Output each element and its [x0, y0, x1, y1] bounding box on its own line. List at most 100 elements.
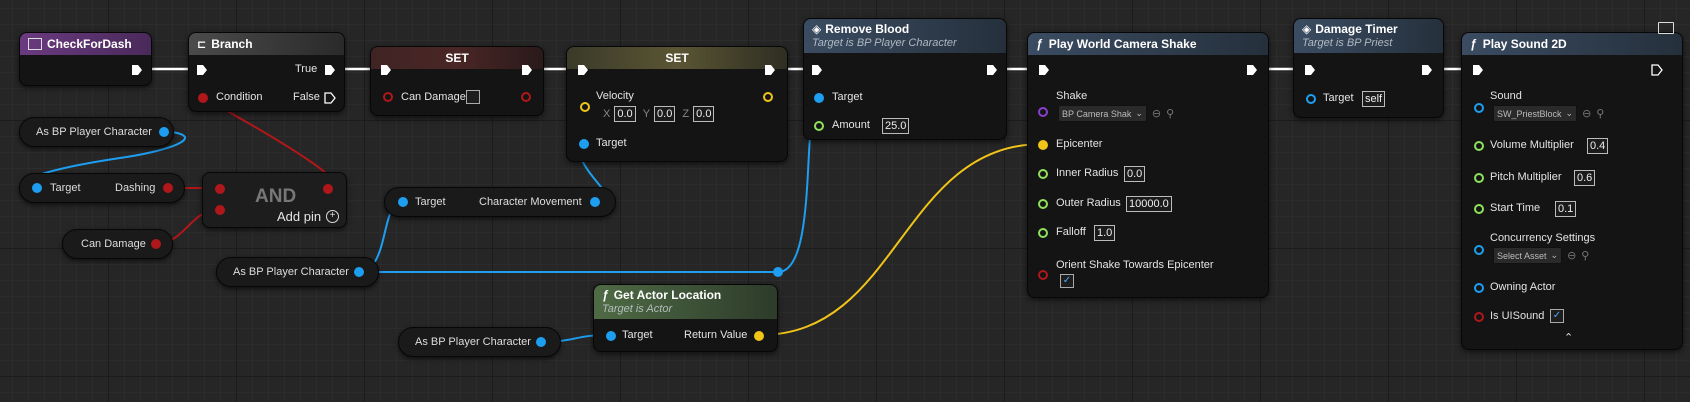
concurrency-asset-select[interactable]: Select Asset ⌄ ⊖ ⚲ [1493, 247, 1589, 264]
and-in-pin-a[interactable] [215, 184, 225, 194]
node-header[interactable]: ƒ Get Actor Location Target is Actor [594, 285, 777, 319]
inner-radius-input[interactable]: 0.0 [1124, 166, 1146, 182]
get-actor-location-node[interactable]: ƒ Get Actor Location Target is Actor Targ… [593, 284, 778, 352]
volume-input[interactable]: 0.4 [1587, 138, 1609, 154]
volume-pin[interactable] [1474, 141, 1484, 151]
can-damage-getter-pill[interactable]: Can Damage [62, 229, 173, 259]
target-input[interactable]: self [1362, 91, 1386, 107]
cast-player-character-pill-3[interactable]: As BP Player Character [398, 327, 561, 357]
y-input[interactable]: 0.0 [654, 106, 676, 122]
pitch-input[interactable]: 0.6 [1574, 170, 1596, 186]
orient-checkbox[interactable]: ✓ [1060, 274, 1074, 288]
target-pin[interactable] [1306, 94, 1316, 104]
condition-pin[interactable] [198, 93, 208, 103]
cast-out-pin[interactable] [354, 267, 364, 277]
return-value-pin[interactable] [754, 331, 764, 341]
falloff-input[interactable]: 1.0 [1094, 225, 1116, 241]
search-icon[interactable]: ⚲ [1581, 249, 1589, 262]
owning-actor-pin[interactable] [1474, 283, 1484, 293]
target-pin[interactable] [606, 331, 616, 341]
exec-out-pin[interactable] [131, 64, 143, 76]
exec-out-pin[interactable] [1421, 64, 1433, 76]
node-header[interactable]: ◈ Remove Blood Target is BP Player Charac… [804, 19, 1006, 53]
cast-out-pin[interactable] [536, 337, 546, 347]
start-time-input[interactable]: 0.1 [1555, 201, 1577, 217]
exec-out-pin[interactable] [986, 64, 998, 76]
sound-asset-select[interactable]: SW_PriestBlock ⌄ ⊖ ⚲ [1493, 105, 1604, 122]
concurrency-pin[interactable] [1474, 245, 1484, 255]
branch-node[interactable]: ⊏ Branch True Condition False [188, 32, 345, 112]
velocity-in-pin[interactable] [580, 102, 590, 112]
shake-pin[interactable] [1038, 107, 1048, 117]
shake-dropdown[interactable]: BP Camera Shak ⌄ [1058, 105, 1147, 122]
sound-dropdown[interactable]: SW_PriestBlock ⌄ [1493, 105, 1578, 122]
wire-reroute-pin[interactable] [773, 267, 783, 277]
node-header[interactable]: ⊏ Branch [189, 33, 344, 55]
node-header[interactable]: CheckForDash [20, 33, 151, 55]
falloff-pin[interactable] [1038, 228, 1048, 238]
outer-radius-pin[interactable] [1038, 199, 1048, 209]
orient-pin[interactable] [1038, 270, 1048, 280]
exec-out-pin[interactable] [1651, 64, 1663, 76]
epicenter-pin[interactable] [1038, 140, 1048, 150]
exec-out-pin[interactable] [764, 64, 776, 76]
start-time-pin[interactable] [1474, 204, 1484, 214]
inner-radius-pin[interactable] [1038, 169, 1048, 179]
pitch-pin[interactable] [1474, 173, 1484, 183]
target-pin[interactable] [398, 197, 408, 207]
velocity-out-pin[interactable] [763, 92, 773, 102]
can-damage-in-pin[interactable] [383, 92, 393, 102]
back-arrow-icon[interactable]: ⊖ [1152, 107, 1161, 120]
can-damage-out-pin[interactable] [521, 92, 531, 102]
set-velocity-node[interactable]: SET Velocity X 0.0 Y 0.0 Z 0.0 Target [566, 46, 788, 162]
z-input[interactable]: 0.0 [693, 106, 715, 122]
exec-in-pin[interactable] [196, 64, 208, 76]
cast-player-character-pill-1[interactable]: As BP Player Character [19, 117, 174, 147]
concurrency-dropdown[interactable]: Select Asset ⌄ [1493, 247, 1563, 264]
exec-in-pin[interactable] [811, 64, 823, 76]
dashing-getter-pill[interactable]: Target Dashing [19, 173, 185, 203]
play-world-camera-shake-node[interactable]: ƒ Play World Camera Shake Shake BP Camer… [1027, 32, 1269, 298]
amount-input[interactable]: 25.0 [882, 118, 910, 134]
check-for-dash-node[interactable]: CheckForDash [19, 32, 152, 86]
can-damage-checkbox[interactable] [466, 90, 480, 104]
exec-out-pin[interactable] [1246, 64, 1258, 76]
and-out-pin[interactable] [323, 184, 333, 194]
target-pin[interactable] [32, 183, 42, 193]
search-icon[interactable]: ⚲ [1596, 107, 1604, 120]
false-exec-out-pin[interactable] [324, 92, 336, 104]
set-can-damage-node[interactable]: SET Can Damage [370, 46, 544, 116]
add-pin-label[interactable]: Add pin [277, 209, 321, 224]
cast-out-pin[interactable] [159, 127, 169, 137]
true-exec-out-pin[interactable] [324, 64, 336, 76]
back-arrow-icon[interactable]: ⊖ [1582, 107, 1591, 120]
play-sound-2d-node[interactable]: ƒ Play Sound 2D Sound SW_PriestBlock ⌄ ⊖ … [1461, 32, 1683, 350]
exec-in-pin[interactable] [1304, 64, 1316, 76]
x-input[interactable]: 0.0 [614, 106, 636, 122]
and-in-pin-b[interactable] [215, 205, 225, 215]
exec-in-pin[interactable] [1038, 64, 1050, 76]
exec-out-pin[interactable] [521, 64, 533, 76]
dashing-out-pin[interactable] [163, 183, 173, 193]
and-node[interactable]: AND Add pin + [202, 172, 347, 228]
target-pin[interactable] [814, 93, 824, 103]
exec-in-pin[interactable] [577, 64, 589, 76]
node-header[interactable]: ƒ Play Sound 2D [1462, 33, 1682, 55]
remove-blood-node[interactable]: ◈ Remove Blood Target is BP Player Charac… [803, 18, 1007, 140]
exec-in-pin[interactable] [1472, 64, 1484, 76]
back-arrow-icon[interactable]: ⊖ [1567, 249, 1576, 262]
is-ui-sound-pin[interactable] [1474, 312, 1484, 322]
node-header[interactable]: SET [567, 47, 787, 69]
node-header[interactable]: ◈ Damage Timer Target is BP Priest [1294, 19, 1443, 53]
is-ui-sound-checkbox[interactable]: ✓ [1550, 309, 1564, 323]
search-icon[interactable]: ⚲ [1166, 107, 1174, 120]
can-damage-out-pin[interactable] [151, 239, 161, 249]
target-pin[interactable] [579, 139, 589, 149]
damage-timer-node[interactable]: ◈ Damage Timer Target is BP Priest Target… [1293, 18, 1444, 118]
exec-in-pin[interactable] [380, 64, 392, 76]
outer-radius-input[interactable]: 10000.0 [1126, 196, 1172, 212]
node-header[interactable]: ƒ Play World Camera Shake [1028, 33, 1268, 55]
cast-player-character-pill-2[interactable]: As BP Player Character [216, 257, 379, 287]
collapse-arrow-icon[interactable]: ⌃ [1564, 331, 1573, 344]
amount-pin[interactable] [814, 121, 824, 131]
